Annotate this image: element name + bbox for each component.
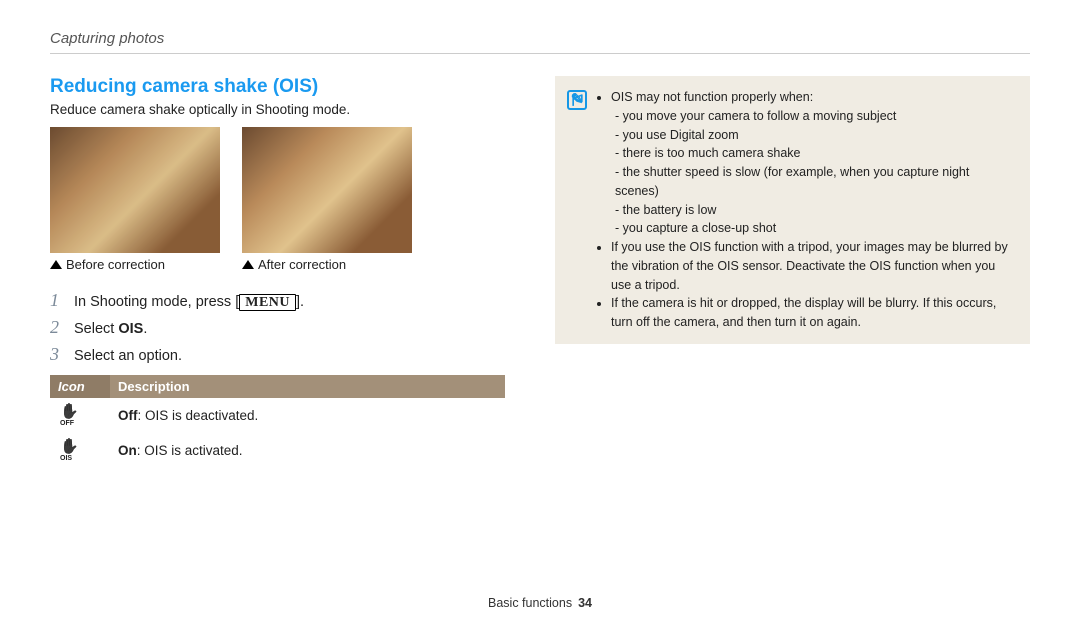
menu-button-icon: MENU <box>239 294 296 311</box>
photo-comparison: Before correction After correction <box>50 127 505 272</box>
row-off-desc: Off: OIS is deactivated. <box>110 398 505 433</box>
photo-before <box>50 127 220 253</box>
step-number: 1 <box>50 290 64 311</box>
caption-before: Before correction <box>66 257 165 272</box>
section-heading: Reducing camera shake (OIS) <box>50 76 505 98</box>
note-line: OIS may not function properly when: <box>611 90 813 104</box>
options-table: Icon Description Off: OIS is deactivated… <box>50 375 505 468</box>
triangle-up-icon <box>242 260 254 269</box>
row-on-desc: On: OIS is activated. <box>110 433 505 468</box>
step-3-text: Select an option. <box>74 348 182 364</box>
table-row: On: OIS is activated. <box>50 433 505 468</box>
step-2-text: Select OIS. <box>74 321 147 337</box>
note-subline: you use Digital zoom <box>615 126 1016 145</box>
note-subline: the shutter speed is slow (for example, … <box>615 163 1016 201</box>
note-subline: the battery is low <box>615 201 1016 220</box>
section-subtext: Reduce camera shake optically in Shootin… <box>50 102 505 117</box>
steps-list: 1 In Shooting mode, press [MENU]. 2 Sele… <box>50 290 505 365</box>
step-1-text: In Shooting mode, press [MENU]. <box>74 294 304 311</box>
step-number: 2 <box>50 317 64 338</box>
note-icon: ✎ <box>567 90 587 110</box>
th-icon: Icon <box>50 375 110 398</box>
table-row: Off: OIS is deactivated. <box>50 398 505 433</box>
note-subline: you capture a close-up shot <box>615 219 1016 238</box>
photo-after <box>242 127 412 253</box>
page-footer: Basic functions34 <box>0 596 1080 610</box>
note-line: If the camera is hit or dropped, the dis… <box>611 294 1016 332</box>
note-subline: you move your camera to follow a moving … <box>615 107 1016 126</box>
note-line: If you use the OIS function with a tripo… <box>611 238 1016 294</box>
ois-on-icon <box>58 439 80 459</box>
th-description: Description <box>110 375 505 398</box>
right-column: ✎ OIS may not function properly when: yo… <box>555 76 1030 468</box>
triangle-up-icon <box>50 260 62 269</box>
breadcrumb: Capturing photos <box>50 30 1030 54</box>
step-number: 3 <box>50 344 64 365</box>
caption-after: After correction <box>258 257 346 272</box>
ois-off-icon <box>58 404 80 424</box>
left-column: Reducing camera shake (OIS) Reduce camer… <box>50 76 505 468</box>
note-box: ✎ OIS may not function properly when: yo… <box>555 76 1030 344</box>
note-subline: there is too much camera shake <box>615 144 1016 163</box>
